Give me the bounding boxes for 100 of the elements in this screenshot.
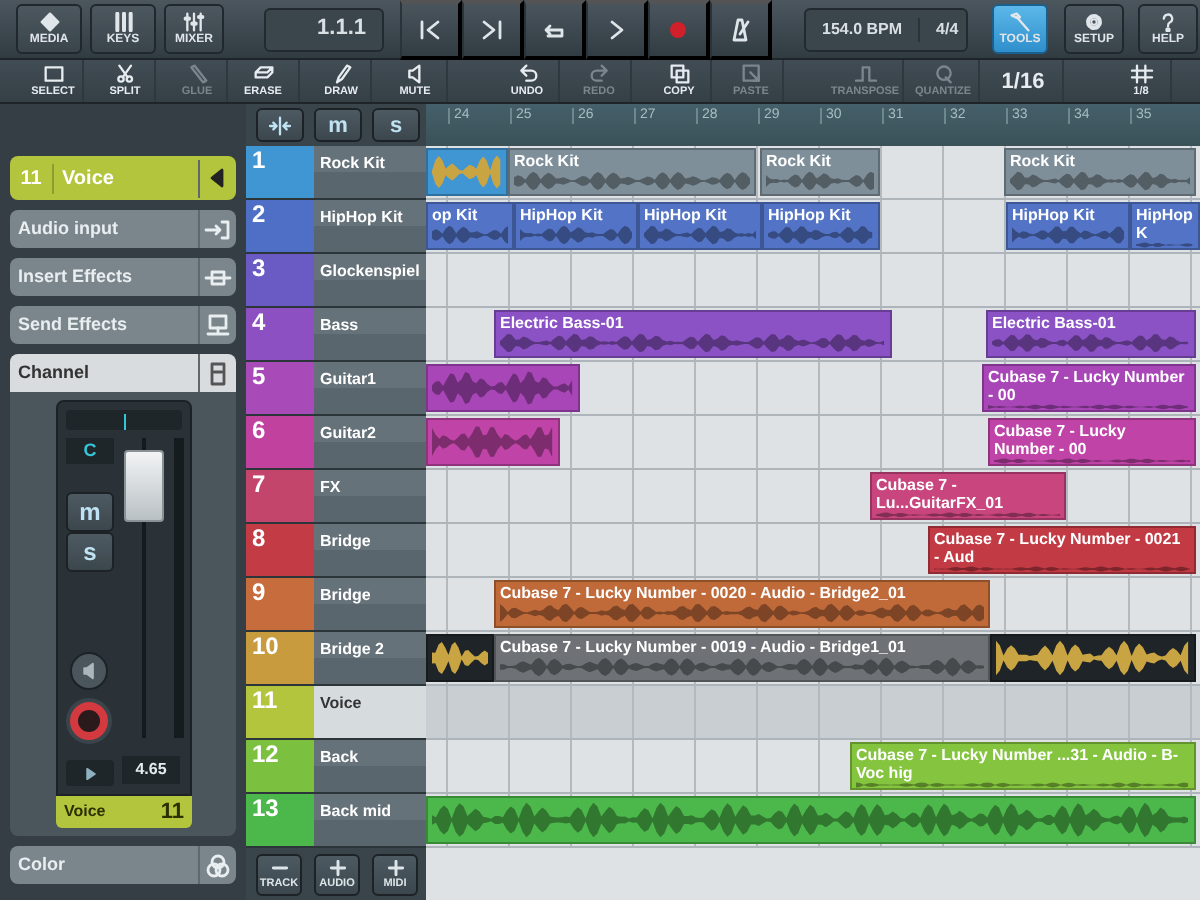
audio-clip[interactable]: Electric Bass-01: [986, 310, 1196, 358]
audio-clip[interactable]: Rock Kit: [508, 148, 756, 196]
clip-label: Cubase 7 - Lucky Number - 0019 - Audio - Bridge1_01: [500, 638, 908, 656]
clip-label: Electric Bass-01: [500, 314, 626, 332]
monitor-icon: [204, 313, 232, 337]
track-name[interactable]: Bass: [314, 308, 426, 360]
piano-keys-icon: [111, 11, 135, 31]
clip-label: Cubase 7 - Lucky Number - 0021 - Aud: [934, 530, 1183, 566]
audio-clip[interactable]: Electric Bass-01: [494, 310, 892, 358]
track-number: 9: [246, 578, 314, 630]
split-arrows-icon: [266, 115, 294, 135]
hammer-icon: [1008, 11, 1032, 31]
audio-clip[interactable]: Rock Kit: [760, 148, 880, 196]
header-s-button[interactable]: s: [372, 108, 420, 142]
clip-label: Rock Kit: [1010, 152, 1077, 170]
section-label: Channel: [18, 359, 90, 386]
gear-icon: [1082, 11, 1106, 31]
track-name[interactable]: Bridge 2: [314, 632, 426, 684]
track-name[interactable]: Guitar1: [314, 362, 426, 414]
audio-clip[interactable]: op Kit: [426, 202, 514, 250]
audio-clip[interactable]: HipHop K: [1130, 202, 1200, 250]
audio-clip[interactable]: Cubase 7 - Lucky Number - 0021 - Aud: [928, 526, 1196, 574]
track-name[interactable]: Bridge: [314, 524, 426, 576]
section-header[interactable]: Color: [10, 846, 236, 884]
track-number: 1: [246, 146, 314, 198]
plus-icon: [327, 859, 347, 875]
track-name[interactable]: HipHop Kit: [314, 200, 426, 252]
track-name[interactable]: Rock Kit: [314, 146, 426, 198]
track-number: 2: [246, 200, 314, 252]
clip-label: Cubase 7 - Lucky Number - 0020 - Audio - Bridge2_01: [500, 584, 908, 602]
track-name[interactable]: Back: [314, 740, 426, 792]
audio-clip[interactable]: Cubase 7 - Lucky Number - 0019 - Audio - Bridge1_01: [494, 634, 990, 682]
waveform-drawing: [520, 224, 632, 246]
automation-button[interactable]: [66, 760, 114, 786]
audio-clip[interactable]: [426, 634, 494, 682]
track-name[interactable]: FX: [314, 470, 426, 522]
clip-label: Cubase 7 - Lucky Number - 00: [988, 368, 1187, 404]
audio-clip[interactable]: HipHop Kit: [1006, 202, 1130, 250]
pan-meter: [66, 410, 182, 430]
section-label: Audio input: [18, 215, 118, 242]
track-name[interactable]: Glockenspiel: [314, 254, 426, 306]
section-header[interactable]: Channel: [10, 354, 236, 392]
audio-clip[interactable]: [426, 364, 580, 412]
audio-clip[interactable]: [426, 418, 560, 466]
record-icon: [664, 17, 692, 41]
track-name[interactable]: Back mid: [314, 794, 426, 846]
audio-clip[interactable]: Cubase 7 - Lucky Number - 00: [982, 364, 1196, 412]
audio-clip[interactable]: HipHop Kit: [638, 202, 762, 250]
clip-label: Electric Bass-01: [992, 314, 1118, 332]
zoom-tracks-button[interactable]: [256, 108, 304, 142]
section-header[interactable]: Audio input: [10, 210, 236, 248]
channel-m-button[interactable]: m: [66, 492, 114, 532]
channel-s-button[interactable]: s: [66, 532, 114, 572]
speaker-icon: [403, 64, 427, 84]
record-enable-button[interactable]: [66, 698, 112, 744]
audio-clip[interactable]: HipHop Kit: [762, 202, 880, 250]
waveform-drawing: [432, 152, 502, 192]
audio-clip[interactable]: Cubase 7 - Lucky Number - 00: [988, 418, 1196, 466]
tempo-value[interactable]: 154.0 BPM: [806, 17, 921, 41]
clip-label: Rock Kit: [766, 152, 833, 170]
section-header[interactable]: Send Effects: [10, 306, 236, 344]
quantize-icon: [931, 64, 955, 84]
track-number: 11: [246, 686, 314, 738]
track-name[interactable]: Voice: [314, 686, 426, 738]
clip-label: HipHop K: [1136, 206, 1194, 242]
track-name[interactable]: Guitar2: [314, 416, 426, 468]
fader-thumb[interactable]: [124, 449, 164, 522]
audio-clip[interactable]: HipHop Kit: [514, 202, 638, 250]
waveform-drawing: [432, 422, 554, 462]
clip-label: HipHop Kit: [520, 206, 605, 224]
clip-label: Cubase 7 - Lu...GuitarFX_01: [876, 476, 1006, 512]
track-number: 7: [246, 470, 314, 522]
audio-clip[interactable]: [426, 148, 508, 196]
eraser-icon: [251, 64, 275, 84]
quantize-value[interactable]: 1/16: [984, 60, 1064, 102]
header-m-button[interactable]: m: [314, 108, 362, 142]
track-name[interactable]: Bridge: [314, 578, 426, 630]
waveform-drawing: [768, 224, 874, 246]
color-circles-icon: [204, 853, 232, 877]
grid-icon: [1129, 64, 1153, 84]
pan-value[interactable]: C: [66, 438, 114, 464]
track-number: 12: [246, 740, 314, 792]
tube-icon: [185, 64, 209, 84]
volume-readout[interactable]: 4.65: [122, 756, 180, 784]
skip-back-icon: [416, 17, 444, 41]
section-header[interactable]: Insert Effects: [10, 258, 236, 296]
clip-label: Cubase 7 - Lucky Number ...31 - Audio - B-Voc hig: [856, 746, 1181, 782]
clip-label: Cubase 7 - Lucky Number - 00: [994, 422, 1128, 458]
audio-clip[interactable]: Rock Kit: [1004, 148, 1196, 196]
copy-icon: [667, 64, 691, 84]
monitor-button[interactable]: [70, 652, 108, 690]
clip-label: Rock Kit: [514, 152, 581, 170]
audio-clip[interactable]: Cubase 7 - Lu...GuitarFX_01: [870, 472, 1066, 520]
waveform-drawing: [766, 170, 874, 192]
section-label: Insert Effects: [18, 263, 133, 290]
time-signature[interactable]: 4/4: [920, 17, 975, 41]
audio-clip[interactable]: Cubase 7 - Lucky Number - 0020 - Audio - Bridge2_01: [494, 580, 990, 628]
channel-number: 11: [160, 797, 184, 828]
waveform-drawing: [432, 224, 508, 246]
clip-label: HipHop Kit: [768, 206, 853, 224]
